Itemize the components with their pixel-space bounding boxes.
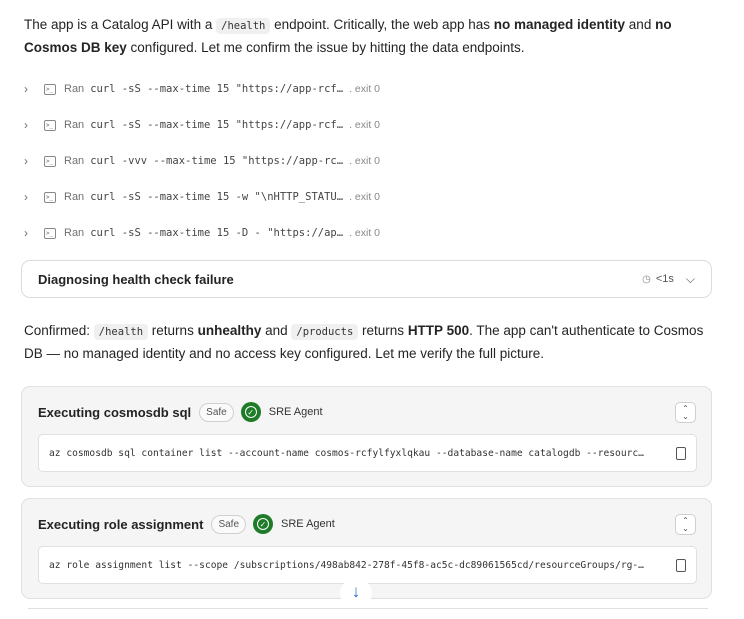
- command-text: curl -sS --max-time 15 "https://app-rcf…: [90, 119, 344, 131]
- intro-message: The app is a Catalog API with a /health …: [24, 14, 724, 59]
- terminal-icon: >_: [44, 83, 56, 95]
- execution-card: Executing cosmosdb sql Safe ✓ SRE Agent …: [21, 386, 712, 487]
- command-text: curl -sS --max-time 15 "https://app-rcf…: [90, 83, 344, 95]
- command-block: az role assignment list --scope /subscri…: [38, 546, 697, 584]
- command-text: az cosmosdb sql container list --account…: [49, 447, 644, 459]
- text: configured. Let me confirm the issue by …: [126, 40, 525, 55]
- copy-icon[interactable]: [676, 558, 686, 572]
- text: The app is a Catalog API with a: [24, 17, 217, 32]
- arrow-down-icon: ↓: [351, 582, 361, 601]
- expand-toggle-button[interactable]: ⌃ ⌄: [675, 514, 696, 535]
- exit-status: . exit 0: [349, 191, 380, 203]
- diagnosis-title: Diagnosing health check failure: [38, 271, 234, 287]
- chevron-right-icon[interactable]: ›: [24, 154, 36, 168]
- terminal-icon: >_: [44, 155, 56, 167]
- bold-text: HTTP 500: [407, 323, 470, 338]
- safe-badge: Safe: [211, 514, 247, 534]
- agent-name: SRE Agent: [268, 406, 323, 418]
- bold-text: unhealthy: [197, 323, 262, 338]
- ran-label: Ran: [64, 155, 85, 167]
- confirm-message: Confirmed: /health returns unhealthy and…: [24, 320, 724, 365]
- terminal-icon: >_: [44, 227, 56, 239]
- duration-text: <1s: [655, 273, 674, 285]
- command-block: az cosmosdb sql container list --account…: [38, 434, 697, 472]
- text: and: [261, 323, 292, 338]
- clock-icon: ◷: [642, 273, 651, 285]
- exit-status: . exit 0: [349, 227, 380, 239]
- terminal-icon: >_: [44, 191, 56, 203]
- ran-label: Ran: [64, 83, 85, 95]
- command-text: curl -sS --max-time 15 -D - "https://ap…: [90, 227, 344, 239]
- command-run-row[interactable]: › >_ Ran curl -sS --max-time 15 -D - "ht…: [24, 223, 380, 243]
- chevron-down-icon[interactable]: ⌵: [686, 272, 695, 287]
- command-run-row[interactable]: › >_ Ran curl -vvv --max-time 15 "https:…: [24, 151, 380, 171]
- chevron-right-icon[interactable]: ›: [24, 118, 36, 132]
- expand-toggle-button[interactable]: ⌃ ⌄: [675, 402, 696, 423]
- diagnosis-duration: ◷ <1s: [642, 273, 674, 285]
- exit-status: . exit 0: [349, 155, 380, 167]
- command-text: curl -sS --max-time 15 -w "\nHTTP_STATU…: [90, 191, 344, 203]
- ran-label: Ran: [64, 191, 85, 203]
- card-title: Executing role assignment: [38, 516, 204, 532]
- chevron-right-icon[interactable]: ›: [24, 190, 36, 204]
- divider: [28, 608, 708, 609]
- copy-icon[interactable]: [676, 446, 686, 460]
- exit-status: . exit 0: [349, 119, 380, 131]
- safe-badge: Safe: [199, 402, 234, 422]
- text: endpoint. Critically, the web app has: [270, 17, 494, 32]
- diagnosis-collapsible[interactable]: Diagnosing health check failure ◷ <1s ⌵: [21, 260, 712, 298]
- bold-text: no managed identity: [493, 17, 626, 32]
- command-run-row[interactable]: › >_ Ran curl -sS --max-time 15 "https:/…: [24, 115, 380, 135]
- scroll-to-bottom-button[interactable]: ↓: [340, 578, 372, 608]
- chevron-right-icon[interactable]: ›: [24, 226, 36, 240]
- inline-code: /products: [291, 324, 359, 340]
- text: returns: [358, 323, 408, 338]
- command-text: az role assignment list --scope /subscri…: [49, 559, 644, 571]
- ran-label: Ran: [64, 119, 85, 131]
- check-circle-icon: ✓: [253, 514, 274, 534]
- terminal-icon: >_: [44, 119, 56, 131]
- text: Confirmed:: [24, 323, 94, 338]
- command-text: curl -vvv --max-time 15 "https://app-rc…: [90, 155, 344, 167]
- command-run-row[interactable]: › >_ Ran curl -sS --max-time 15 "https:/…: [24, 79, 380, 99]
- text: returns: [148, 323, 198, 338]
- card-title: Executing cosmosdb sql: [38, 404, 192, 420]
- command-run-row[interactable]: › >_ Ran curl -sS --max-time 15 -w "\nHT…: [24, 187, 380, 207]
- inline-code: /health: [216, 18, 271, 34]
- check-circle-icon: ✓: [240, 402, 261, 422]
- chevron-right-icon[interactable]: ›: [24, 82, 36, 96]
- ran-label: Ran: [64, 227, 85, 239]
- exit-status: . exit 0: [349, 83, 380, 95]
- agent-name: SRE Agent: [281, 518, 335, 530]
- inline-code: /health: [93, 324, 149, 340]
- text: and: [625, 17, 656, 32]
